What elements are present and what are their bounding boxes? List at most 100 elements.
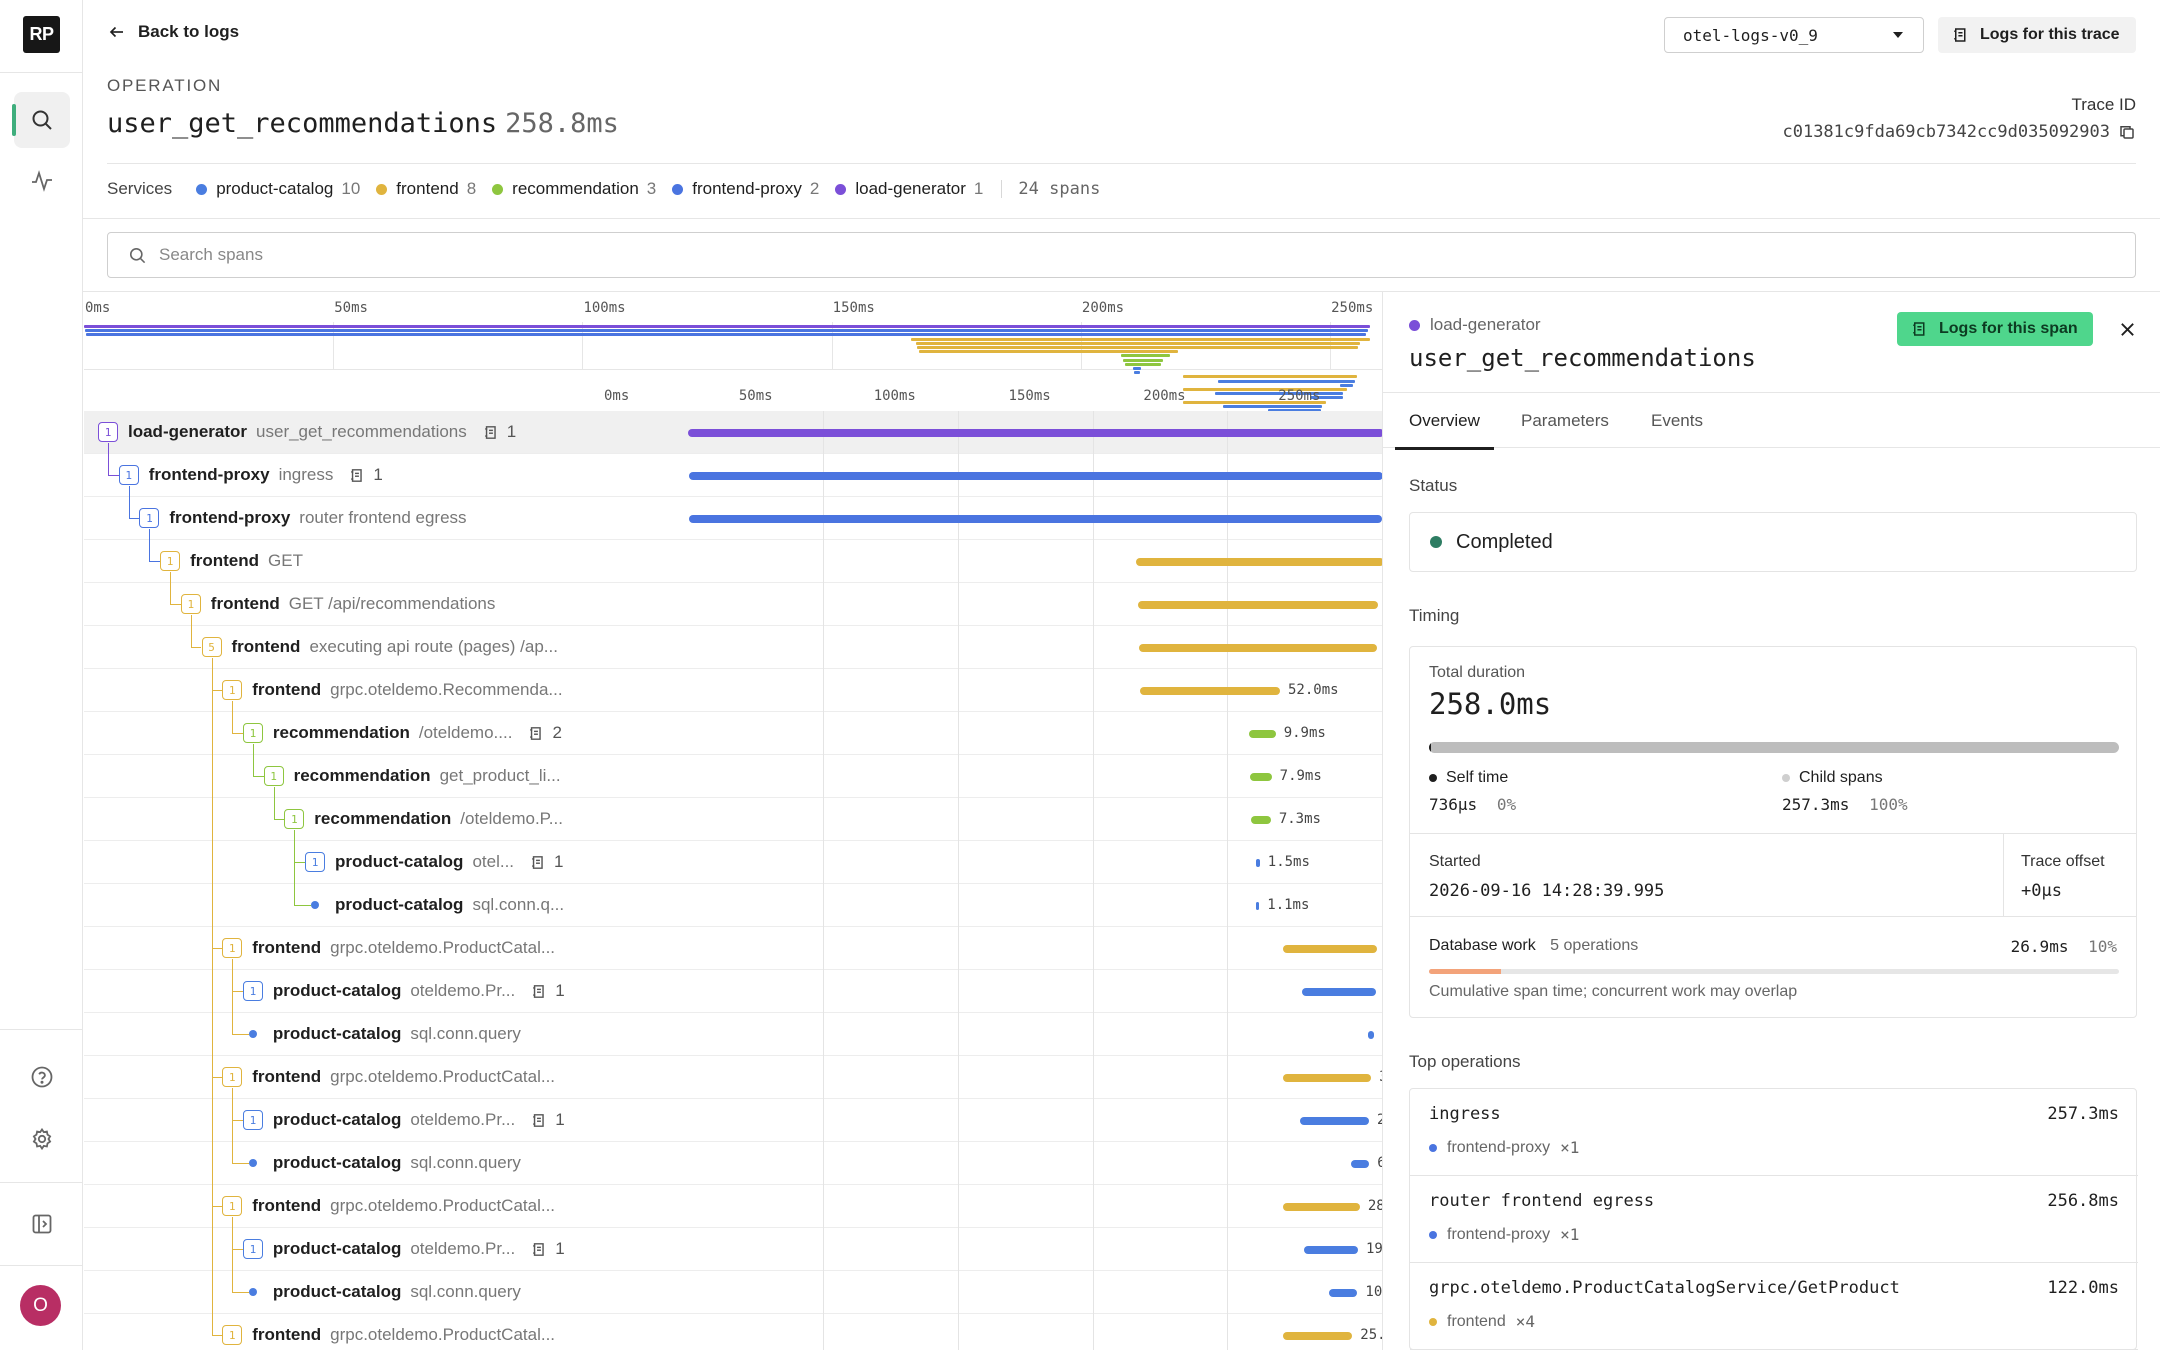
service-chip[interactable]: product-catalog 10	[196, 179, 360, 199]
span-row[interactable]: 1 product-catalog otel... 1 1.5ms	[84, 841, 1382, 884]
span-duration-bar[interactable]	[1351, 1160, 1370, 1168]
span-duration-bar[interactable]	[1367, 1031, 1375, 1039]
sidebar-item-search[interactable]	[12, 92, 70, 148]
span-row[interactable]: 1product-catalogoteldemo.Pr...127.5ms	[84, 970, 1382, 1013]
back-to-logs-link[interactable]: Back to logs	[108, 22, 239, 42]
span-duration-bar[interactable]	[1301, 988, 1376, 996]
span-row[interactable]: 1 frontend grpc.oteldemo.ProductCatal... 28…	[84, 1185, 1382, 1228]
span-duration-bar[interactable]	[1282, 1203, 1360, 1211]
span-logs-indicator[interactable]: 2	[528, 723, 562, 743]
span-logs-indicator[interactable]: 1	[530, 852, 564, 872]
child-count-badge[interactable]: 5	[201, 637, 222, 657]
span-logs-indicator[interactable]: 1	[483, 422, 516, 442]
child-count-badge[interactable]: 1	[263, 766, 284, 786]
child-count-badge[interactable]: 1	[160, 551, 181, 571]
span-row[interactable]: product-catalogsql.conn.query2.5ms	[84, 1013, 1382, 1056]
tab-overview[interactable]: Overview	[1395, 393, 1494, 450]
close-detail-button[interactable]	[2115, 317, 2139, 341]
child-count-badge[interactable]: 1	[242, 1110, 263, 1130]
dataset-select[interactable]: otel-logs-v0_9	[1664, 17, 1924, 53]
span-duration-bar[interactable]	[1328, 1289, 1358, 1297]
span-row[interactable]: 1frontend-proxyrouter frontend egress256…	[84, 497, 1382, 540]
sidebar-item-activity[interactable]	[14, 153, 70, 209]
span-duration-bar[interactable]	[1138, 601, 1379, 609]
copy-icon[interactable]	[2118, 123, 2136, 141]
span-logs-indicator[interactable]: 1	[531, 981, 565, 1001]
span-duration-bar[interactable]	[1282, 945, 1377, 953]
span-row[interactable]: 1frontendGET92.1ms	[84, 540, 1382, 583]
child-count-badge[interactable]: 1	[222, 1067, 243, 1087]
top-operation-row[interactable]: router frontend egress 256.8ms frontend-pr…	[1410, 1176, 2138, 1263]
tab-events[interactable]: Events	[1651, 393, 1703, 449]
service-chip[interactable]: recommendation 3	[492, 179, 656, 199]
span-row[interactable]: product-catalogsql.conn.query6.6ms	[84, 1142, 1382, 1185]
span-duration-bar[interactable]	[1282, 1074, 1372, 1082]
span-duration-bar[interactable]	[1139, 687, 1280, 695]
search-spans-field[interactable]: Search spans	[107, 232, 2136, 278]
span-duration-bar[interactable]	[1135, 558, 1382, 566]
span-logs-indicator[interactable]: 1	[531, 1110, 565, 1130]
span-row[interactable]: product-catalog sql.conn.q... 1.1ms	[84, 884, 1382, 927]
trace-minimap[interactable]: 0ms 50ms 100ms 150ms 200ms 250ms	[84, 292, 1382, 417]
span-logs-indicator[interactable]: 1	[349, 465, 383, 485]
service-chip[interactable]: frontend 8	[376, 179, 476, 199]
span-duration-bar[interactable]	[689, 515, 1382, 523]
span-duration-bar[interactable]	[688, 429, 1382, 437]
child-count-badge[interactable]: 1	[180, 594, 201, 614]
service-chip[interactable]: load-generator 1	[835, 179, 983, 199]
service-chip[interactable]: frontend-proxy 2	[672, 179, 819, 199]
span-row[interactable]: 1frontendgrpc.oteldemo.ProductCatal...34…	[84, 927, 1382, 970]
sidebar-item-help[interactable]	[14, 1049, 70, 1105]
span-row[interactable]: 1product-catalogoteldemo.Pr...125.5ms	[84, 1099, 1382, 1142]
span-duration-bar[interactable]	[1250, 773, 1272, 781]
span-row[interactable]: 5 frontend executing api route (pages) /ap…	[84, 626, 1382, 669]
child-count-badge[interactable]: 1	[222, 1325, 243, 1345]
span-row[interactable]: product-catalog sql.conn.query 10.7ms	[84, 1271, 1382, 1314]
minimap-span-bar	[1123, 358, 1163, 362]
span-row[interactable]: 1frontendgrpc.oteldemo.ProductCatal...32…	[84, 1056, 1382, 1099]
span-duration-bar[interactable]	[1255, 859, 1260, 867]
logs-for-span-button[interactable]: Logs for this span	[1897, 312, 2093, 346]
span-row[interactable]: 1 product-catalog oteldemo.Pr... 1 19.9ms	[84, 1228, 1382, 1271]
top-operation-row[interactable]: grpc.oteldemo.ProductCatalogService/GetP…	[1410, 1263, 2138, 1350]
top-operation-service-name: frontend-proxy	[1447, 1138, 1551, 1156]
span-duration-bar[interactable]	[1256, 902, 1260, 910]
child-count-badge[interactable]: 1	[118, 465, 139, 485]
span-row[interactable]: 1 frontend grpc.oteldemo.Recommenda... 52.0…	[84, 669, 1382, 712]
top-operation-row[interactable]: ingress 257.3ms frontend-proxy ×1	[1410, 1089, 2138, 1176]
span-duration-bar[interactable]	[1248, 730, 1276, 738]
span-row[interactable]: 1 load-generator user_get_recommendations 1…	[84, 411, 1382, 454]
child-count-badge[interactable]: 1	[139, 508, 160, 528]
span-row[interactable]: 1 recommendation/oteldemo.... 2 9.9ms	[84, 712, 1382, 755]
waterfall-gridline	[1092, 1056, 1094, 1099]
span-logs-indicator[interactable]: 1	[531, 1239, 565, 1259]
sidebar-item-settings[interactable]	[14, 1111, 70, 1167]
app-logo[interactable]: RP	[23, 16, 60, 53]
span-duration-bar[interactable]	[1282, 1332, 1353, 1340]
detail-title: user_get_recommendations	[1409, 344, 1756, 372]
span-operation-name: grpc.oteldemo.ProductCatal...	[330, 1067, 556, 1086]
span-duration-bar[interactable]	[1300, 1117, 1369, 1125]
tab-parameters[interactable]: Parameters	[1521, 393, 1609, 449]
child-count-badge[interactable]: 1	[222, 1196, 243, 1216]
detail-tabs: Overview Parameters Events	[1383, 392, 2160, 450]
span-row[interactable]: 1 recommendation get_product_li... 7.9ms	[84, 755, 1382, 798]
span-duration-bar[interactable]	[1304, 1246, 1358, 1254]
logs-for-trace-button[interactable]: Logs for this trace	[1938, 17, 2136, 53]
sidebar-collapse-button[interactable]	[14, 1196, 70, 1252]
span-row[interactable]: 1 frontend grpc.oteldemo.ProductCatal... 25…	[84, 1314, 1382, 1350]
child-count-badge[interactable]: 1	[242, 1239, 263, 1259]
span-duration-bar[interactable]	[688, 472, 1382, 480]
child-count-badge[interactable]: 1	[284, 809, 305, 829]
user-avatar[interactable]: O	[20, 1285, 61, 1326]
span-duration-bar[interactable]	[1138, 644, 1378, 652]
span-row[interactable]: 1frontendGET /api/recommendations89.0ms	[84, 583, 1382, 626]
span-duration-bar[interactable]	[1251, 816, 1271, 824]
child-count-badge[interactable]: 1	[242, 723, 263, 743]
child-count-badge[interactable]: 1	[305, 852, 325, 872]
child-count-badge[interactable]: 1	[222, 938, 243, 958]
span-row[interactable]: 1frontend-proxyingress1257.3ms	[84, 454, 1382, 497]
child-count-badge[interactable]: 1	[222, 680, 243, 700]
child-count-badge[interactable]: 1	[98, 422, 118, 442]
child-count-badge[interactable]: 1	[242, 981, 263, 1001]
